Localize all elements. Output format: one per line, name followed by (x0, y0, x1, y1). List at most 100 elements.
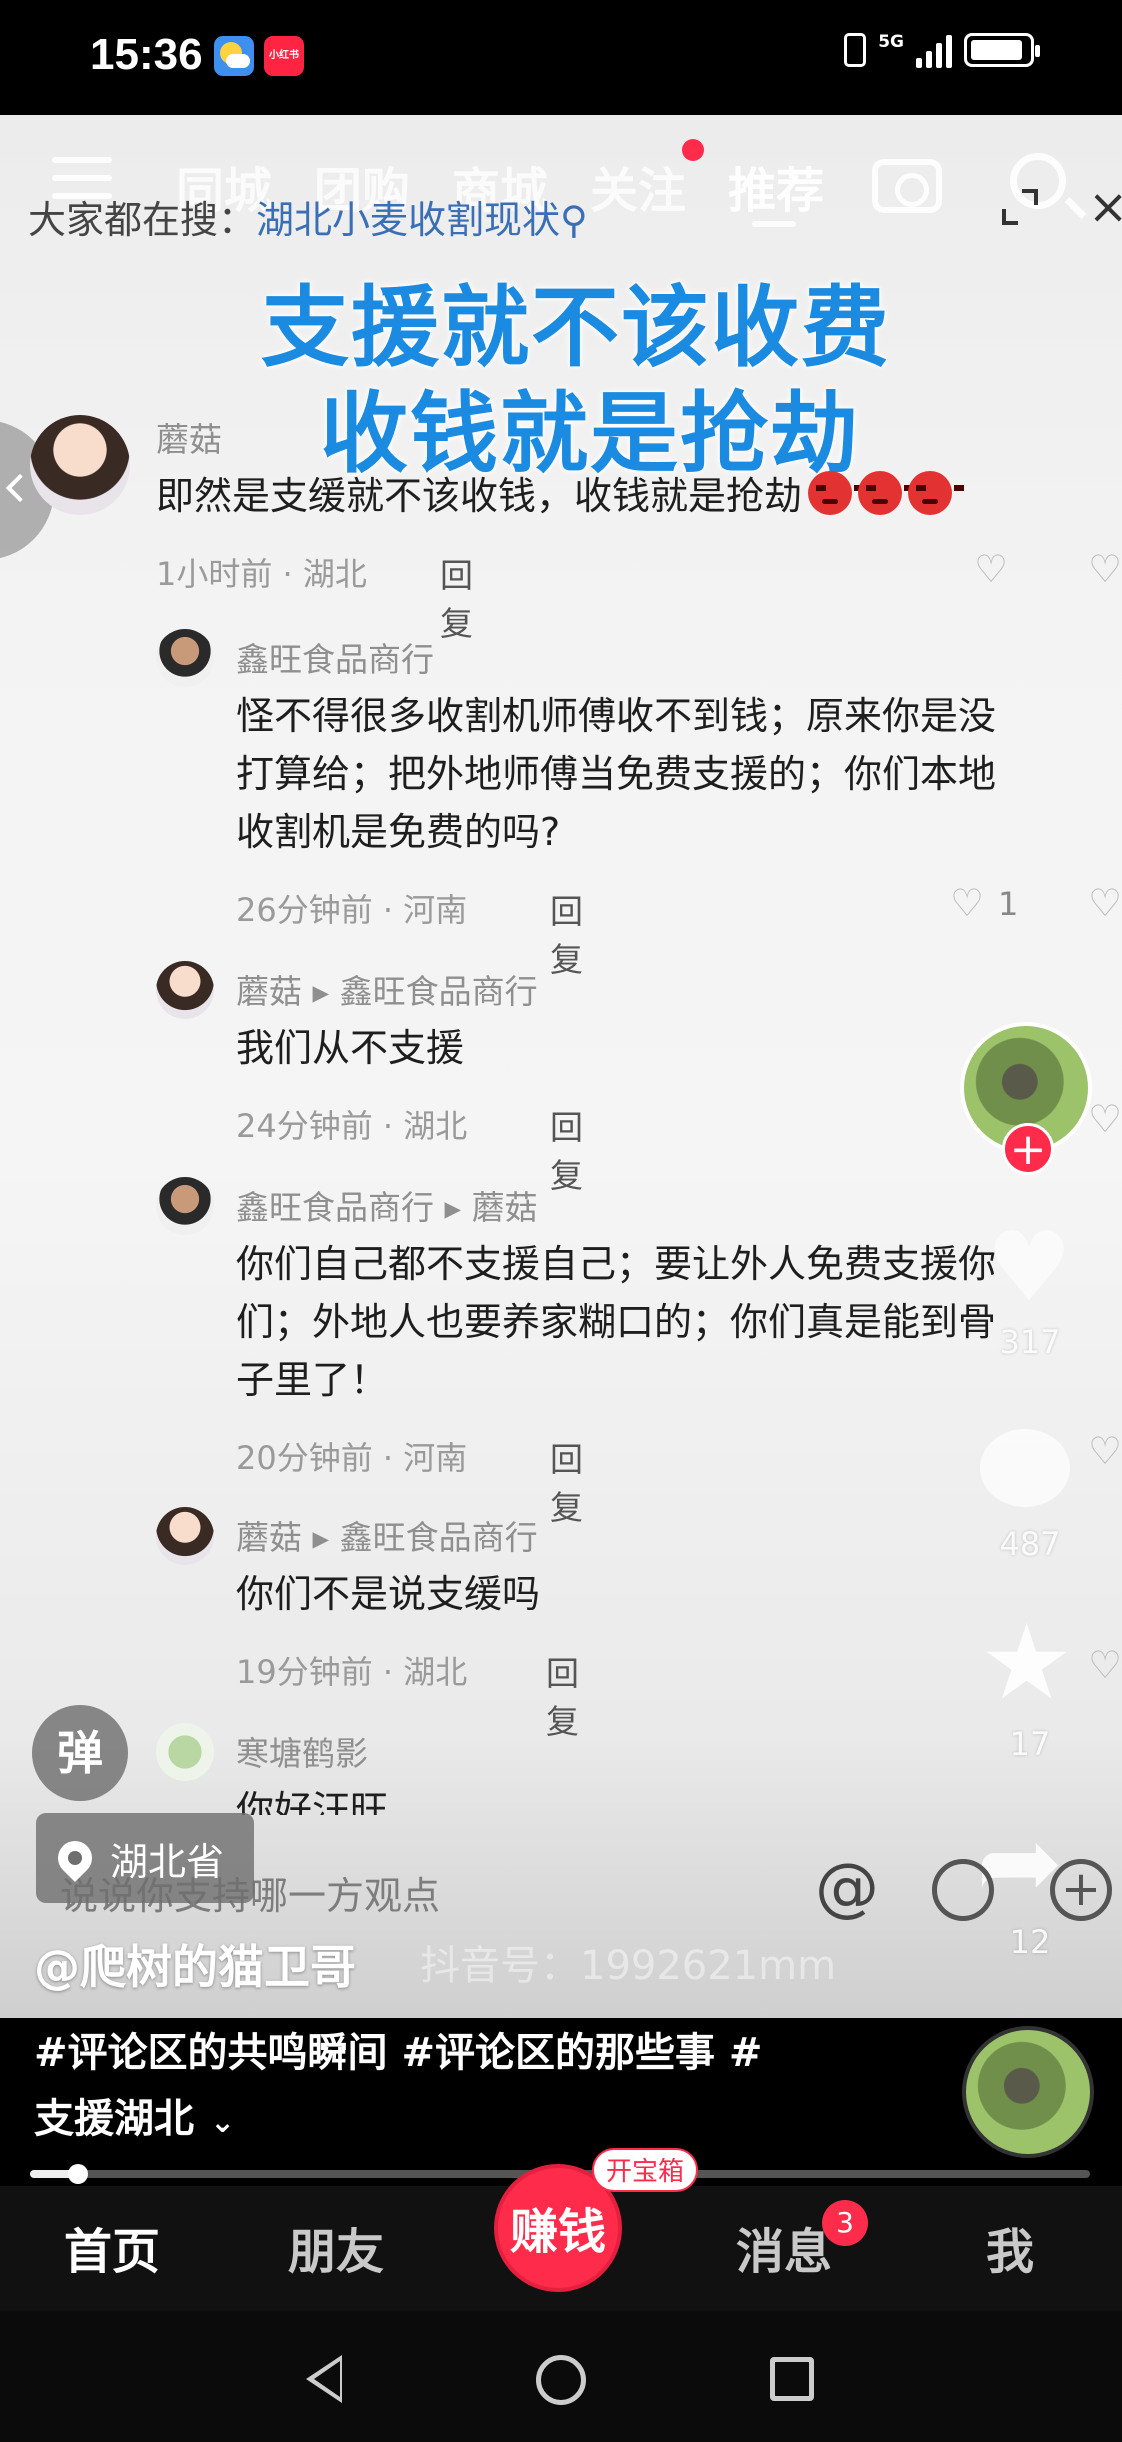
reply-button[interactable]: 回复 (550, 1101, 583, 1197)
battery-icon (964, 33, 1040, 67)
treasure-badge[interactable]: 开宝箱 (592, 2148, 699, 2192)
comment-author[interactable]: 鑫旺食品商行 ▸ 蘑菇 (236, 1181, 538, 1229)
active-tab-indicator (752, 221, 796, 227)
progress-knob[interactable] (67, 2164, 88, 2184)
comment-text-line: 你们自己都不支援自己；要让外人免费支援你 (236, 1242, 997, 1286)
comment-text: 你们不是说支缓吗 (236, 1572, 541, 1616)
camera-icon[interactable] (872, 159, 942, 213)
reply-button[interactable]: 回复 (550, 1433, 583, 1529)
heart-icon[interactable]: ♡ (1088, 884, 1122, 922)
avatar[interactable] (156, 1723, 214, 1781)
plus-icon: + (1050, 1859, 1112, 1921)
message-count-badge: 3 (822, 2200, 868, 2246)
avatar[interactable] (156, 1177, 214, 1235)
reply-button[interactable]: 回复 (546, 1647, 579, 1743)
location-pin-icon (50, 1833, 100, 1883)
status-bar: 15:36 小红书 5G (0, 0, 1122, 115)
location-chip[interactable]: 湖北省 (36, 1813, 255, 1903)
heart-icon[interactable]: ♡ (974, 550, 1014, 588)
comment-author[interactable]: 蘑菇 (156, 413, 222, 461)
comment-author[interactable]: 蘑菇 ▸ 鑫旺食品商行 (236, 1511, 538, 1559)
tab-guanzhu[interactable]: 关注 (590, 151, 686, 221)
comment-author[interactable]: 蘑菇 ▸ 鑫旺食品商行 (236, 965, 538, 1013)
heart-icon[interactable]: ♡ (1088, 1432, 1122, 1470)
tab-messages[interactable]: 消息 (736, 2212, 832, 2282)
search-hint-keyword[interactable]: 湖北小麦收割现状 (256, 198, 560, 242)
xiaohongshu-icon: 小红书 (264, 36, 304, 76)
expand-icon[interactable] (1000, 187, 1040, 227)
comment-meta: 1小时前 · 湖北 (156, 555, 367, 593)
reply-button[interactable]: 回复 (440, 549, 473, 645)
heart-icon[interactable]: ♡ (1088, 1646, 1122, 1684)
search-small-icon: ⚲ (560, 198, 588, 242)
comment-text: 即然是支缓就不该收钱，收钱就是抢劫 (156, 467, 965, 525)
author-handle[interactable]: @爬树的猫卫哥 (34, 1931, 356, 1997)
comment-meta: 19分钟前 · 湖北 (236, 1653, 468, 1691)
reply-arrow-icon: ▸ (444, 1188, 472, 1227)
comment-text-line: 子里了！ (236, 1358, 389, 1402)
caption-line-2: 支援湖北 ⌄ (34, 2086, 954, 2156)
recent-apps-icon[interactable] (770, 2357, 814, 2401)
comment-author[interactable]: 寒塘鹤影 (236, 1727, 368, 1775)
comment-text: 我们从不支援 (236, 1026, 465, 1070)
home-icon[interactable] (536, 2355, 586, 2405)
avatar[interactable] (156, 629, 214, 687)
follow-button[interactable]: + (1002, 1123, 1054, 1175)
avatar[interactable] (156, 961, 214, 1019)
comment-author[interactable]: 鑫旺食品商行 (236, 633, 434, 681)
reply-target-name[interactable]: 鑫旺食品商行 (340, 972, 538, 1011)
music-disc[interactable] (962, 2026, 1094, 2158)
favorite-star-icon[interactable] (972, 1601, 1082, 1723)
heart-icon[interactable]: ♡ (950, 884, 990, 922)
network-label: 5G (878, 31, 904, 52)
reply-target-name[interactable]: 蘑菇 (472, 1188, 538, 1227)
angry-emoji-icon (808, 471, 865, 515)
weather-icon (214, 36, 254, 76)
status-time: 15:36 (90, 30, 203, 79)
video-player[interactable]: 同城 团购 商城 关注 推荐 大家都在搜：湖北小麦收割现状⚲ × 支援就不该收费… (0, 115, 1122, 2018)
close-icon[interactable]: × (1088, 179, 1122, 235)
signal-icon (916, 32, 952, 68)
tab-tuijian[interactable]: 推荐 (728, 151, 824, 221)
system-navigation (0, 2311, 1122, 2442)
vibrate-icon (844, 33, 867, 67)
avatar[interactable] (156, 1507, 214, 1565)
caption-hashtag[interactable]: 支援湖北 (34, 2096, 194, 2142)
back-icon[interactable] (306, 2355, 342, 2403)
reply-arrow-icon: ▸ (312, 972, 340, 1011)
avatar[interactable] (30, 415, 130, 515)
caption-line-1[interactable]: #评论区的共鸣瞬间 #评论区的那些事 # (34, 2020, 954, 2086)
comment-text-line: 们；外地人也要养家糊口的；你们真是能到骨 (236, 1300, 997, 1344)
comment-text-line: 打算给；把外地师傅当免费支援的；你们本地 (236, 752, 997, 796)
favorite-count: 17 (1009, 1725, 1051, 1763)
comment-author-name[interactable]: 蘑菇 (236, 972, 302, 1011)
angry-emoji-icon (908, 471, 965, 515)
search-hint[interactable]: 大家都在搜：湖北小麦收割现状⚲ (28, 189, 588, 244)
like-count: 1 (998, 885, 1019, 923)
notification-dot (682, 139, 704, 161)
comment-text-body: 即然是支缓就不该收钱，收钱就是抢劫 (156, 474, 803, 518)
comment-text-line: 怪不得很多收割机师傅收不到钱；原来你是没 (236, 694, 997, 738)
chevron-down-icon[interactable]: ⌄ (210, 2090, 235, 2156)
at-mention-icon: @ (815, 1851, 879, 1925)
tab-friends[interactable]: 朋友 (288, 2212, 384, 2282)
reply-button[interactable]: 回复 (550, 885, 583, 981)
heart-icon[interactable]: ♡ (1088, 1100, 1122, 1138)
danmu-button[interactable]: 弹 (32, 1705, 128, 1801)
heart-icon[interactable]: ♡ (1088, 550, 1122, 588)
tab-me[interactable]: 我 (986, 2212, 1034, 2282)
comment-icon[interactable] (972, 1423, 1082, 1523)
reply-target-name[interactable]: 鑫旺食品商行 (340, 1518, 538, 1557)
comment-text-line: 收割机是免费的吗? (236, 810, 561, 854)
comment-text: 你好汪旺 (236, 1788, 389, 1815)
tab-home[interactable]: 首页 (64, 2212, 160, 2282)
like-count: 317 (999, 1323, 1061, 1361)
comment-author-name[interactable]: 鑫旺食品商行 (236, 1188, 434, 1227)
video-caption[interactable]: #评论区的共鸣瞬间 #评论区的那些事 # 支援湖北 ⌄ (34, 2020, 954, 2156)
search-hint-prefix: 大家都在搜： (28, 198, 257, 242)
like-icon[interactable] (972, 1211, 1082, 1323)
status-indicators: 5G (844, 31, 1040, 68)
emoji-icon (932, 1859, 994, 1921)
comment-author-name[interactable]: 蘑菇 (236, 1518, 302, 1557)
location-label: 湖北省 (110, 1839, 225, 1884)
